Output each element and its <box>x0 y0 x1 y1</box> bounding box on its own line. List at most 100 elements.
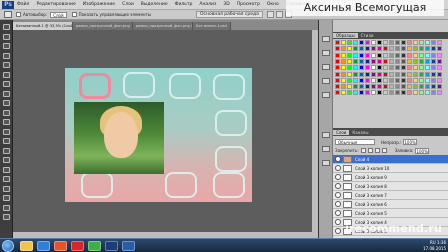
color-swatch[interactable] <box>335 58 340 64</box>
color-swatch[interactable] <box>341 52 346 58</box>
eye-visibility-icon[interactable] <box>335 210 341 216</box>
browser-ie-icon[interactable] <box>37 241 50 251</box>
color-swatch[interactable] <box>419 52 424 58</box>
show-controls-checkbox[interactable] <box>71 12 77 17</box>
chrome-icon[interactable] <box>88 241 101 251</box>
color-swatch[interactable] <box>341 58 346 64</box>
frame[interactable] <box>123 72 155 98</box>
frame[interactable] <box>165 172 197 198</box>
eye-visibility-icon[interactable] <box>335 165 341 171</box>
color-swatch[interactable] <box>401 58 406 64</box>
color-swatch[interactable] <box>383 77 388 83</box>
menu-item[interactable]: Анализ <box>199 2 216 7</box>
color-swatch[interactable] <box>347 71 352 77</box>
color-swatch[interactable] <box>347 40 352 45</box>
color-swatch[interactable] <box>335 65 340 71</box>
color-swatch[interactable] <box>353 65 358 71</box>
color-swatch[interactable] <box>431 65 436 71</box>
color-swatch[interactable] <box>365 77 370 83</box>
eye-visibility-icon[interactable] <box>335 156 341 162</box>
color-swatch[interactable] <box>395 84 400 90</box>
path-select-tool-icon[interactable] <box>3 176 10 182</box>
type-tool-icon[interactable] <box>3 166 10 173</box>
menu-item[interactable]: Изображение <box>83 2 115 7</box>
color-swatch[interactable] <box>431 71 436 77</box>
color-swatch[interactable] <box>341 65 346 71</box>
autoselect-checkbox[interactable] <box>16 12 21 17</box>
color-swatch[interactable] <box>431 77 436 83</box>
quick-select-tool-icon[interactable] <box>3 52 10 59</box>
color-swatch[interactable] <box>407 71 412 77</box>
color-swatch[interactable] <box>395 90 400 96</box>
layers-tab[interactable]: Каналы <box>349 130 371 135</box>
eye-visibility-icon[interactable] <box>335 228 341 234</box>
color-swatch[interactable] <box>425 46 430 52</box>
color-swatch[interactable] <box>377 46 382 52</box>
history-panel-icon[interactable] <box>322 36 330 42</box>
color-swatch[interactable] <box>389 77 394 83</box>
color-swatch[interactable] <box>335 52 340 58</box>
color-swatch[interactable] <box>371 77 376 83</box>
color-swatch[interactable] <box>425 40 430 45</box>
color-swatch[interactable] <box>353 77 358 83</box>
color-swatch[interactable] <box>407 46 412 52</box>
menu-item[interactable]: Редактирование <box>36 2 75 7</box>
color-swatch[interactable] <box>383 84 388 90</box>
color-swatch[interactable] <box>353 58 358 64</box>
color-swatch[interactable] <box>383 65 388 71</box>
lock-transparency-icon[interactable] <box>360 148 366 153</box>
color-swatch[interactable] <box>377 58 382 64</box>
color-swatch[interactable] <box>437 71 442 77</box>
color-swatch[interactable] <box>365 90 370 96</box>
workspace-button[interactable]: Основная рабочая среда <box>196 11 263 18</box>
marquee-tool-icon[interactable] <box>3 33 10 40</box>
crop-tool-icon[interactable] <box>3 62 10 68</box>
color-swatch[interactable] <box>341 46 346 52</box>
color-swatch[interactable] <box>389 40 394 45</box>
color-swatch[interactable] <box>335 77 340 83</box>
document-tab[interactable]: Без имени-1.psd <box>193 22 231 30</box>
color-swatch[interactable] <box>389 65 394 71</box>
color-swatch[interactable] <box>419 65 424 71</box>
layer-row[interactable]: Слой 3 копия 6 <box>333 200 448 209</box>
color-swatch[interactable] <box>371 52 376 58</box>
color-swatch[interactable] <box>371 40 376 45</box>
color-swatch[interactable] <box>395 52 400 58</box>
color-swatch[interactable] <box>425 52 430 58</box>
color-swatch[interactable] <box>407 77 412 83</box>
color-swatch[interactable] <box>359 58 364 64</box>
color-swatch[interactable] <box>359 71 364 77</box>
word-icon[interactable] <box>122 241 135 251</box>
color-swatch[interactable] <box>401 65 406 71</box>
color-swatch[interactable] <box>389 90 394 96</box>
menu-item[interactable]: 3D <box>223 2 229 7</box>
color-swatch[interactable] <box>401 90 406 96</box>
color-swatch[interactable] <box>347 46 352 52</box>
color-swatch[interactable] <box>353 40 358 45</box>
blend-mode-select[interactable]: Обычные <box>335 139 375 145</box>
color-swatch[interactable] <box>335 40 340 45</box>
autoselect-select[interactable]: Слой <box>50 11 67 18</box>
info-panel-icon[interactable] <box>322 64 330 70</box>
color-swatch[interactable] <box>377 71 382 77</box>
frame[interactable] <box>81 172 113 198</box>
swatches-tab[interactable]: Образцы <box>333 33 358 38</box>
color-swatch[interactable] <box>419 90 424 96</box>
minimize-button[interactable] <box>266 11 274 18</box>
lock-pixels-icon[interactable] <box>367 148 373 153</box>
color-swatch[interactable] <box>389 52 394 58</box>
menu-item[interactable]: Выделение <box>141 2 168 7</box>
color-swatch[interactable] <box>437 58 442 64</box>
color-swatch[interactable] <box>359 90 364 96</box>
menu-item[interactable]: Фильтр <box>175 2 193 7</box>
color-swatch[interactable] <box>353 71 358 77</box>
fill-field[interactable]: 100% <box>415 147 430 154</box>
child-photo-layer[interactable] <box>74 102 164 174</box>
color-swatch[interactable] <box>353 52 358 58</box>
channels-panel-icon[interactable] <box>322 146 330 152</box>
color-swatch[interactable] <box>431 46 436 52</box>
color-swatch[interactable] <box>431 90 436 96</box>
start-button-icon[interactable] <box>2 240 14 252</box>
color-swatch[interactable] <box>371 84 376 90</box>
color-swatch[interactable] <box>383 52 388 58</box>
